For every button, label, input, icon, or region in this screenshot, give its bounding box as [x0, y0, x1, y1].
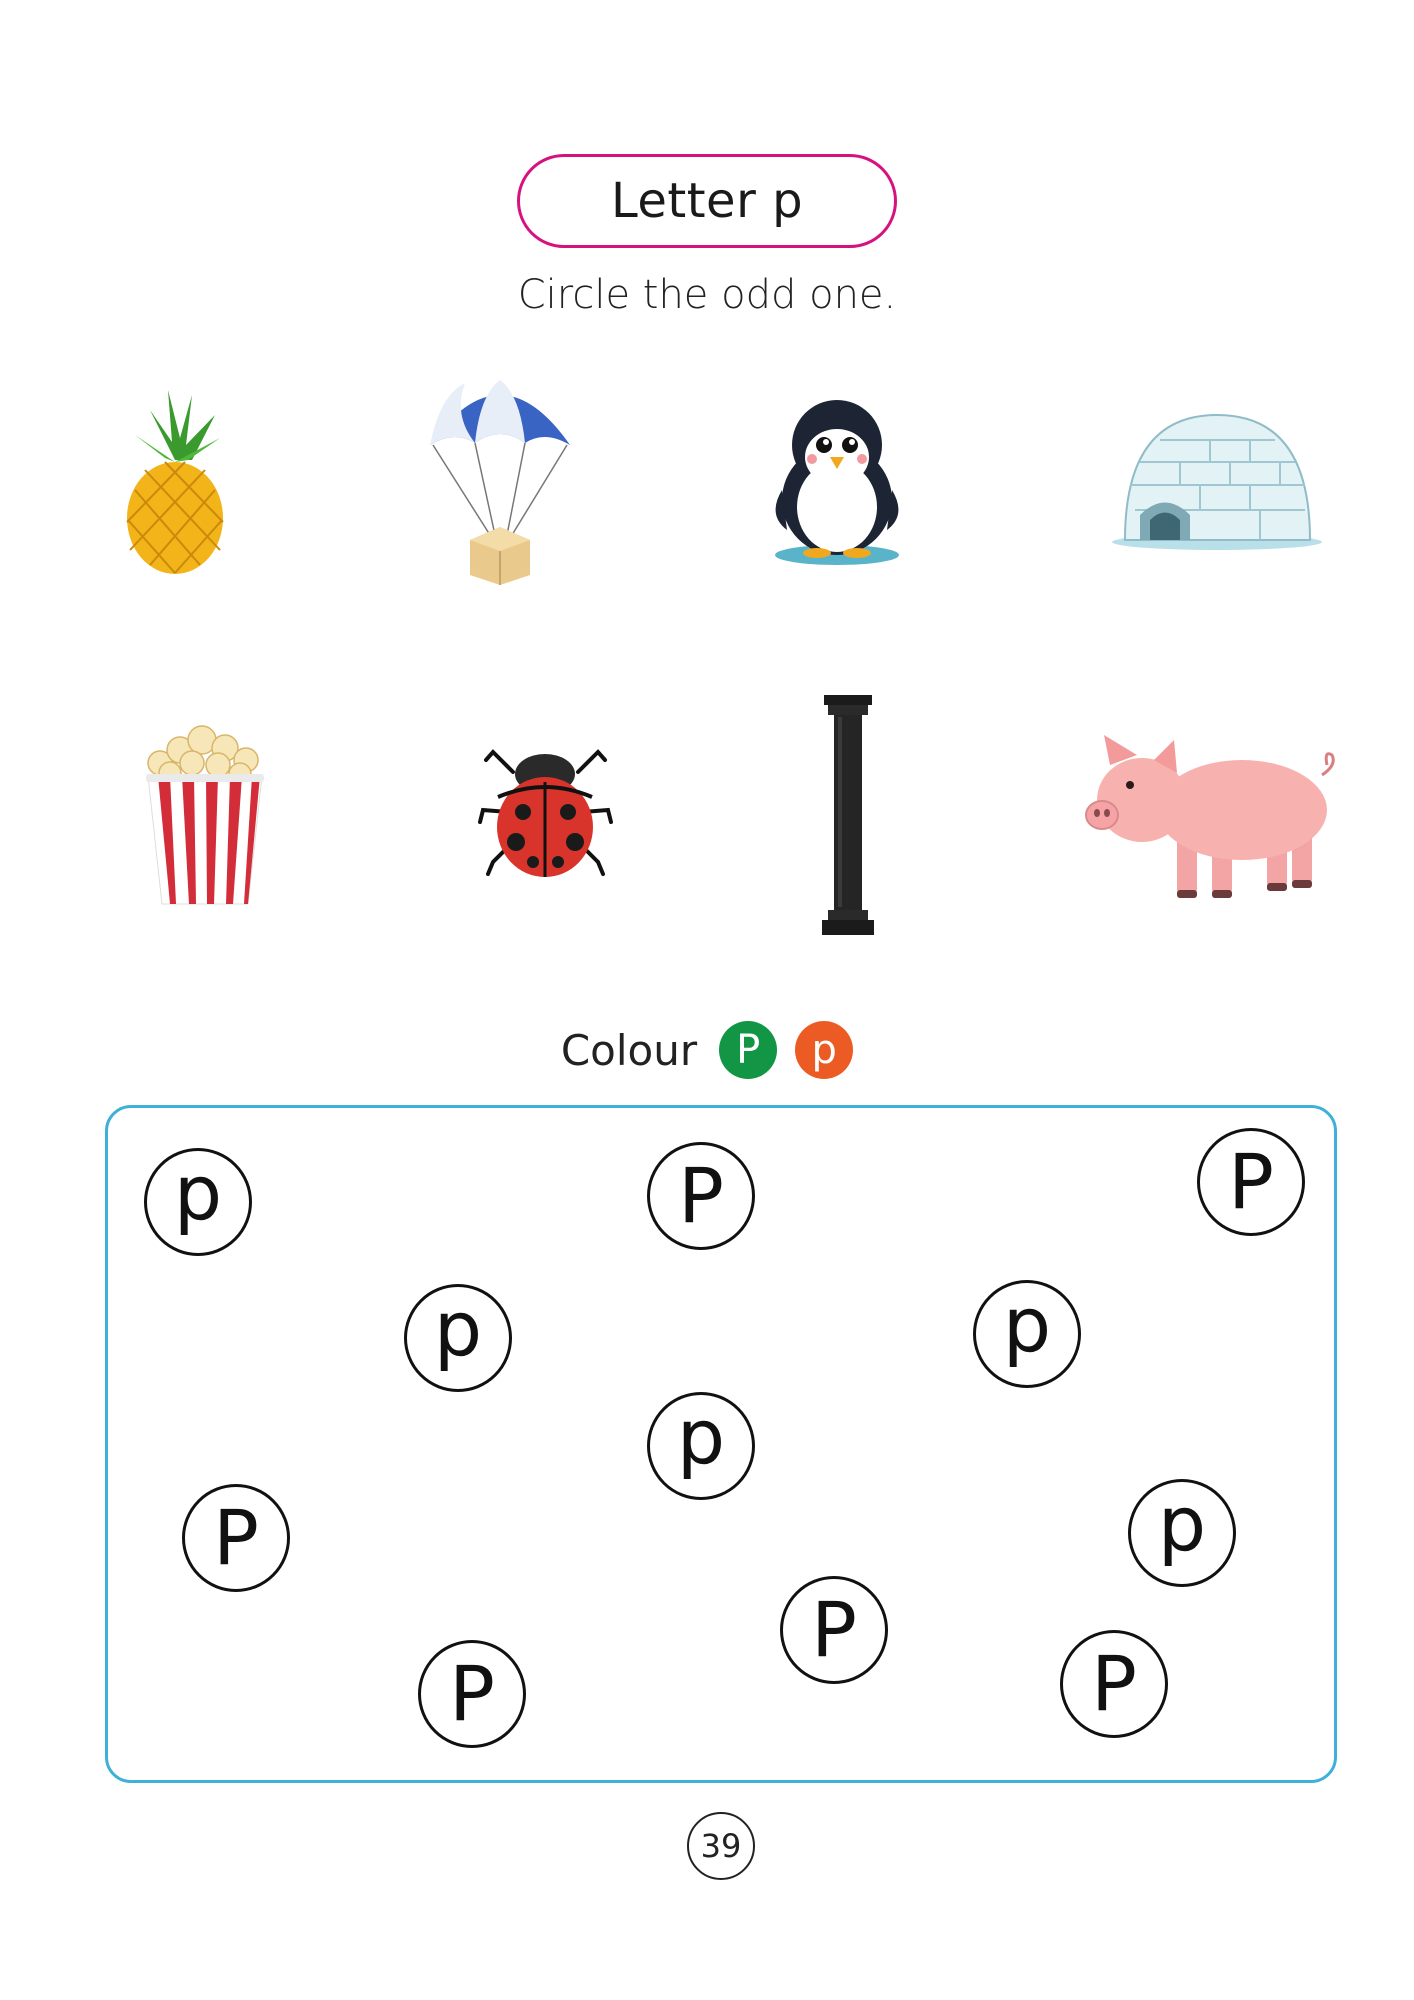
- page-number: 39: [687, 1812, 755, 1880]
- letter-circle[interactable]: P: [182, 1484, 290, 1592]
- lowercase-p-chip: p: [795, 1021, 854, 1079]
- instruction-text: Circle the odd one.: [517, 272, 897, 318]
- uppercase-p-chip: P: [719, 1021, 778, 1079]
- pillar-icon[interactable]: [822, 695, 874, 935]
- page-title-text: Letter p: [610, 173, 804, 229]
- penguin-icon[interactable]: [762, 395, 912, 565]
- pig-icon[interactable]: [1082, 725, 1342, 903]
- letter-circle[interactable]: P: [780, 1576, 888, 1684]
- parachute-icon[interactable]: [425, 375, 575, 585]
- letter-circle[interactable]: p: [647, 1392, 755, 1500]
- page-title: Letter p: [517, 154, 897, 248]
- letter-circle[interactable]: p: [404, 1284, 512, 1392]
- letter-circle[interactable]: P: [1197, 1128, 1305, 1236]
- letter-circle[interactable]: p: [973, 1280, 1081, 1388]
- colour-instruction: Colour P p: [0, 1020, 1414, 1080]
- letter-circle[interactable]: P: [418, 1640, 526, 1748]
- pineapple-icon[interactable]: [120, 390, 230, 575]
- igloo-icon[interactable]: [1110, 410, 1325, 550]
- letter-circle[interactable]: p: [144, 1148, 252, 1256]
- popcorn-icon[interactable]: [140, 718, 270, 906]
- letter-circle[interactable]: P: [1060, 1630, 1168, 1738]
- colour-label: Colour: [560, 1025, 698, 1075]
- letter-circle[interactable]: p: [1128, 1479, 1236, 1587]
- ladybug-icon[interactable]: [478, 742, 613, 882]
- letter-circle[interactable]: P: [647, 1142, 755, 1250]
